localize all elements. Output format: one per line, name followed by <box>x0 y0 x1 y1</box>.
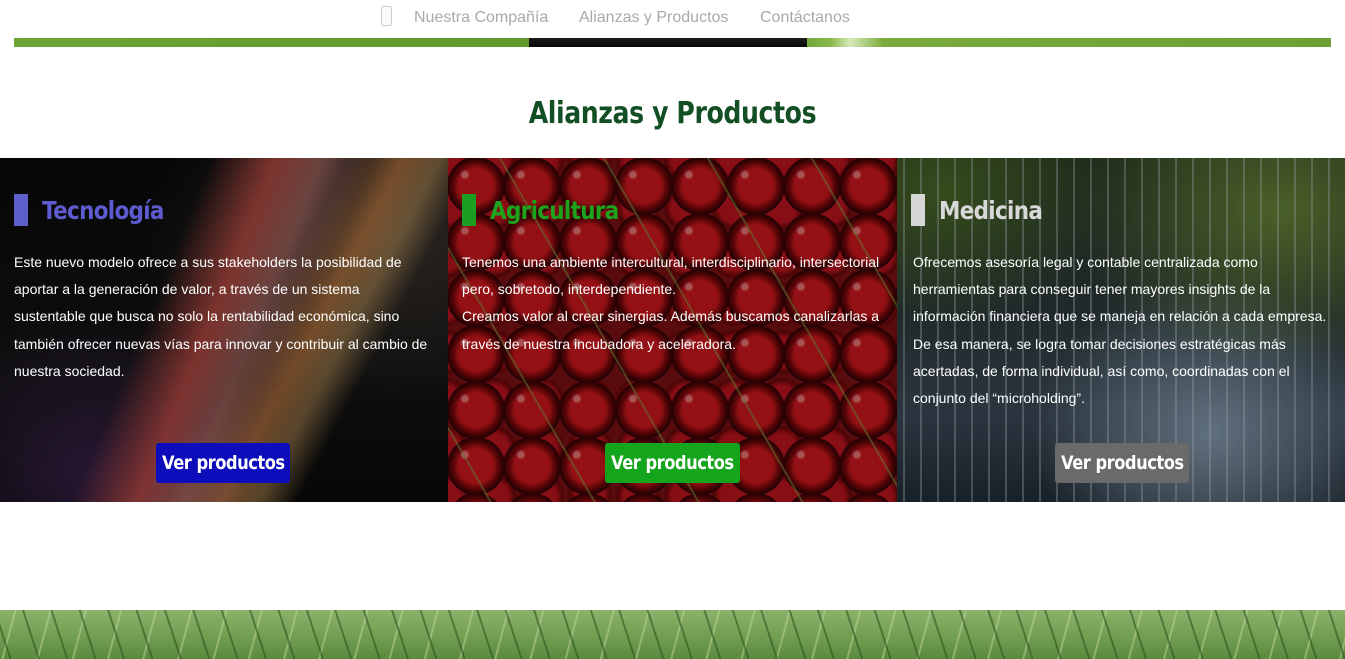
panel-paragraph: Ofrecemos asesoría legal y contable cent… <box>913 254 1327 407</box>
ver-productos-button[interactable]: Ver productos <box>1055 443 1189 483</box>
nav-item-alianzas-productos[interactable]: Alianzas y Productos <box>579 9 728 27</box>
panel-medicina: Medicina Ofrecemos asesoría legal y cont… <box>897 158 1345 502</box>
panel-heading: Medicina <box>911 194 1059 226</box>
accent-bar <box>911 194 925 226</box>
section-title: Alianzas y Productos <box>528 96 817 131</box>
panel-paragraph: Este nuevo modelo ofrece a sus stakehold… <box>14 254 428 379</box>
top-navigation: Nuestra Compañía Alianzas y Productos Co… <box>0 0 1345 38</box>
panel-title: Tecnología <box>42 195 164 225</box>
button-label: Ver productos <box>1060 452 1184 474</box>
footer-grass-banner <box>0 610 1345 659</box>
logo-icon[interactable] <box>381 6 392 26</box>
panel-description: Ofrecemos asesoría legal y contable cent… <box>913 249 1333 412</box>
ver-productos-button[interactable]: Ver productos <box>605 443 740 483</box>
panel-tecnologia: Tecnología Este nuevo modelo ofrece a su… <box>0 158 448 502</box>
header-banner-dark <box>529 38 807 47</box>
panel-title: Agricultura <box>490 195 619 225</box>
panel-description: Este nuevo modelo ofrece a sus stakehold… <box>14 249 434 385</box>
panel-paragraph: Tenemos una ambiente intercultural, inte… <box>462 254 880 298</box>
nav-item-contactanos[interactable]: Contáctanos <box>760 9 850 27</box>
products-panels: Tecnología Este nuevo modelo ofrece a su… <box>0 158 1345 502</box>
button-label: Ver productos <box>611 452 734 474</box>
panel-title: Medicina <box>939 195 1043 225</box>
accent-bar <box>462 194 476 226</box>
panel-paragraph: Creamos valor al crear sinergias. Además… <box>462 308 880 352</box>
accent-bar <box>14 194 28 226</box>
nav-item-nuestra-compania[interactable]: Nuestra Compañía <box>414 9 548 27</box>
panel-agricultura: Agricultura Tenemos una ambiente intercu… <box>448 158 897 502</box>
panel-heading: Agricultura <box>462 194 639 226</box>
panel-description: Tenemos una ambiente intercultural, inte… <box>462 249 882 358</box>
ver-productos-button[interactable]: Ver productos <box>156 443 290 483</box>
button-label: Ver productos <box>161 452 285 474</box>
panel-heading: Tecnología <box>14 194 184 226</box>
